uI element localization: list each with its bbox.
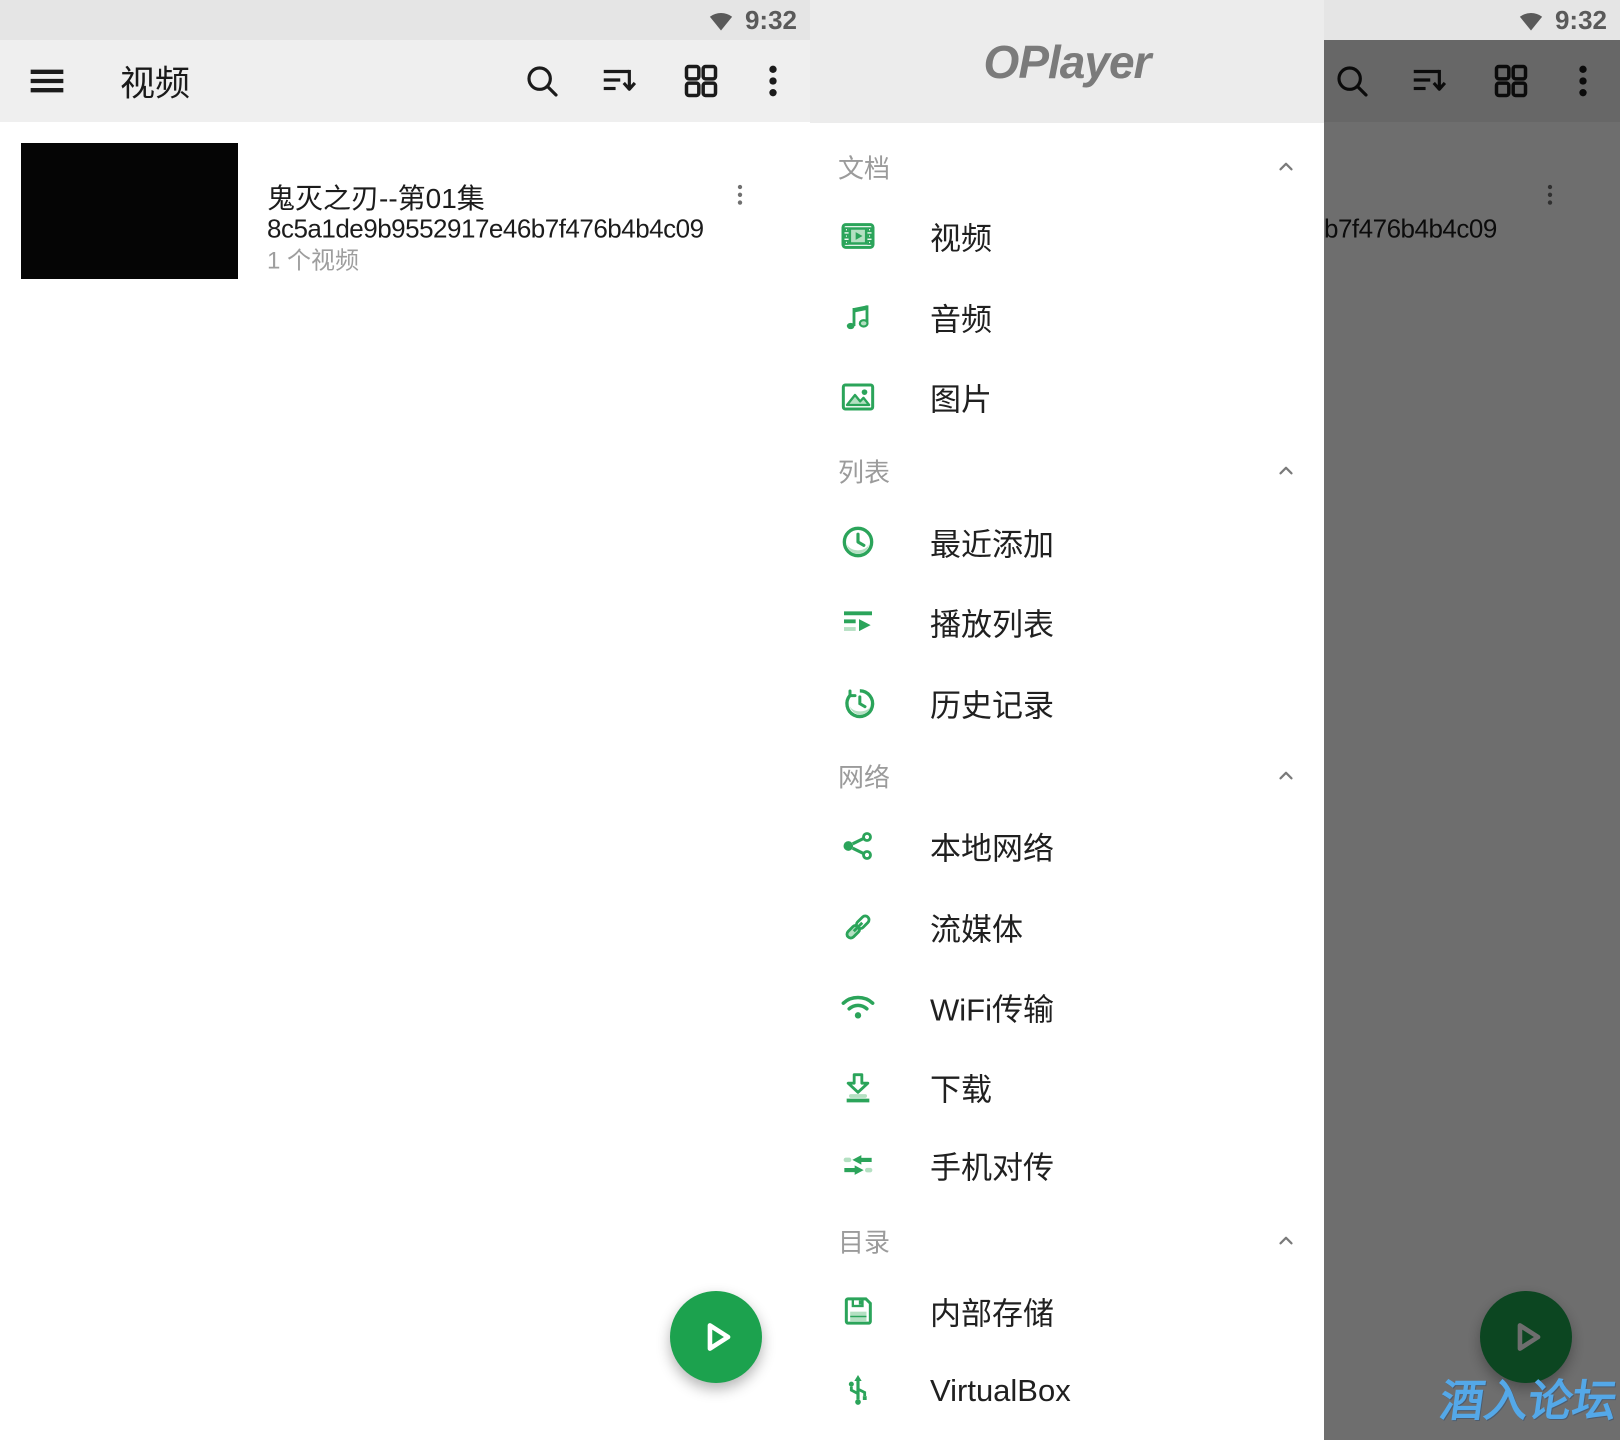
chevron-up-icon[interactable] bbox=[1275, 156, 1297, 178]
drawer-item-videos[interactable]: 视频 bbox=[810, 204, 1324, 268]
drawer-item-internal-storage[interactable]: 内部存储 bbox=[810, 1279, 1324, 1343]
status-time: 9:32 bbox=[1555, 5, 1607, 36]
drawer-header: OPlayer bbox=[810, 0, 1324, 123]
drawer-item-label: 视频 bbox=[930, 214, 992, 259]
navigation-drawer: OPlayer 文档 视频 音频 图片 列表 bbox=[810, 0, 1324, 1440]
drawer-item-label: WiFi传输 bbox=[930, 985, 1054, 1030]
wifi-status-icon bbox=[706, 5, 736, 35]
chevron-up-icon[interactable] bbox=[1275, 460, 1297, 482]
play-icon bbox=[687, 1308, 745, 1366]
drawer-item-streaming[interactable]: 流媒体 bbox=[810, 895, 1324, 959]
chevron-up-icon[interactable] bbox=[1275, 1230, 1297, 1252]
wifi-status-icon bbox=[1516, 5, 1546, 35]
drawer-section-network[interactable]: 网络 bbox=[810, 752, 1324, 800]
section-label: 网络 bbox=[838, 758, 890, 795]
download-icon bbox=[838, 1067, 878, 1107]
menu-icon[interactable] bbox=[27, 61, 67, 101]
image-icon bbox=[838, 377, 878, 417]
phone-transfer-icon bbox=[838, 1145, 878, 1185]
wifi-icon bbox=[838, 987, 878, 1027]
page-title: 视频 bbox=[120, 56, 190, 107]
drawer-section-lists[interactable]: 列表 bbox=[810, 447, 1324, 495]
app-logo: OPlayer bbox=[984, 35, 1151, 89]
drawer-item-label: 本地网络 bbox=[930, 824, 1054, 869]
toolbar: 视频 bbox=[0, 40, 810, 122]
drawer-item-audio[interactable]: 音频 bbox=[810, 285, 1324, 349]
drawer-item-label: 手机对传 bbox=[930, 1143, 1054, 1188]
drawer-item-images[interactable]: 图片 bbox=[810, 365, 1324, 429]
grid-view-icon[interactable] bbox=[681, 61, 721, 101]
oplayer-screenshot: 9:32 视频 鬼灭之刃--第01集 8c5a1de9b9552917e46b7… bbox=[0, 0, 1620, 1440]
playlist-icon bbox=[838, 602, 878, 642]
drawer-item-label: 最近添加 bbox=[930, 520, 1054, 565]
video-thumbnail bbox=[21, 143, 238, 279]
drawer-item-label: 历史记录 bbox=[930, 681, 1054, 726]
drawer-item-label: 音频 bbox=[930, 295, 992, 340]
video-count: 1 个视频 bbox=[267, 241, 359, 276]
section-label: 文档 bbox=[838, 149, 890, 186]
drawer-section-documents[interactable]: 文档 bbox=[810, 143, 1324, 191]
status-time: 9:32 bbox=[745, 5, 797, 36]
audio-icon bbox=[838, 297, 878, 337]
drawer-item-virtualbox[interactable]: VirtualBox bbox=[810, 1359, 1324, 1423]
drawer-item-download[interactable]: 下载 bbox=[810, 1055, 1324, 1119]
drawer-item-history[interactable]: 历史记录 bbox=[810, 671, 1324, 735]
screen-drawer-open: b7f476b4b4c09 9:32 OPlayer 文档 视频 bbox=[810, 0, 1620, 1440]
drawer-item-label: 播放列表 bbox=[930, 600, 1054, 645]
drawer-item-playlists[interactable]: 播放列表 bbox=[810, 590, 1324, 654]
drawer-item-label: 下载 bbox=[930, 1065, 992, 1110]
drawer-section-directories[interactable]: 目录 bbox=[810, 1217, 1324, 1265]
section-label: 目录 bbox=[838, 1223, 890, 1260]
drawer-item-label: VirtualBox bbox=[930, 1373, 1071, 1409]
drawer-item-wifi-transfer[interactable]: WiFi传输 bbox=[810, 975, 1324, 1039]
play-fab[interactable] bbox=[670, 1291, 762, 1383]
drawer-item-local-network[interactable]: 本地网络 bbox=[810, 814, 1324, 878]
internal-storage-icon bbox=[838, 1291, 878, 1331]
section-label: 列表 bbox=[838, 453, 890, 490]
sort-icon[interactable] bbox=[600, 61, 640, 101]
more-vert-icon[interactable] bbox=[753, 61, 793, 101]
recent-icon bbox=[838, 522, 878, 562]
video-title: 鬼灭之刃--第01集 bbox=[267, 177, 485, 217]
stream-link-icon bbox=[838, 907, 878, 947]
usb-icon bbox=[838, 1371, 878, 1411]
item-more-vert-icon[interactable] bbox=[727, 170, 753, 220]
watermark: 酒入论坛 bbox=[1437, 1365, 1620, 1429]
history-icon bbox=[838, 683, 878, 723]
drawer-item-label: 内部存储 bbox=[930, 1289, 1054, 1334]
drawer-item-label: 流媒体 bbox=[930, 905, 1023, 950]
drawer-item-label: 图片 bbox=[930, 375, 992, 420]
drawer-item-phone-transfer[interactable]: 手机对传 bbox=[810, 1133, 1324, 1197]
chevron-up-icon[interactable] bbox=[1275, 765, 1297, 787]
screen-video-list: 9:32 视频 鬼灭之刃--第01集 8c5a1de9b9552917e46b7… bbox=[0, 0, 810, 1440]
local-network-icon bbox=[838, 826, 878, 866]
status-bar: 9:32 bbox=[0, 0, 810, 40]
drawer-item-recently-added[interactable]: 最近添加 bbox=[810, 510, 1324, 574]
search-icon[interactable] bbox=[522, 61, 562, 101]
video-icon bbox=[838, 216, 878, 256]
